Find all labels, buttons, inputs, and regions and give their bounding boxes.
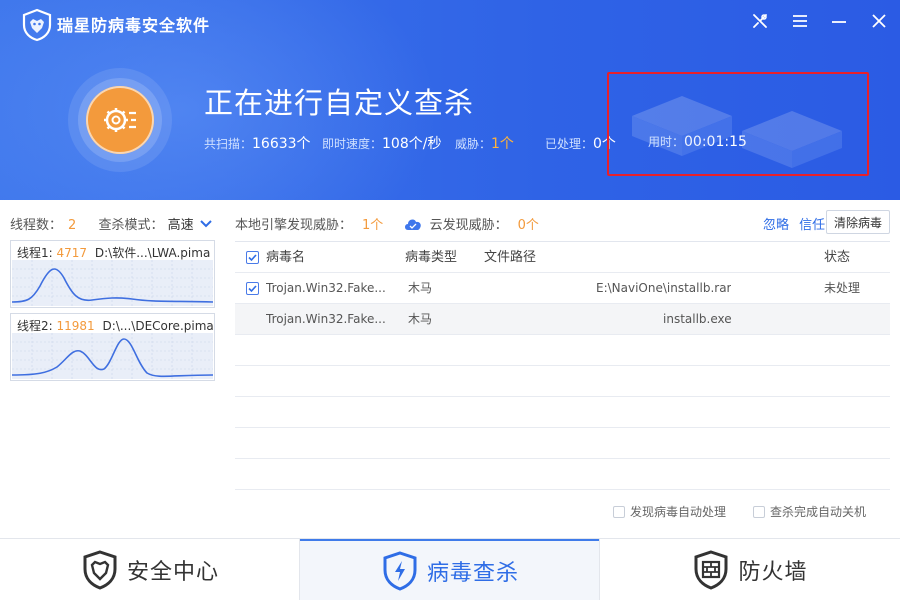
scan-mode-select[interactable]: 高速 [168,218,212,233]
threat-table: 病毒名 病毒类型 文件路径 状态 Trojan.Win32.Fake... 木马… [235,241,890,490]
thread-toolbar: 线程数： 2 查杀模式： 高速 [10,214,212,233]
col-file-path[interactable]: 文件路径 [484,242,536,273]
scan-header: 瑞星防病毒安全软件 正在进行自定义查杀 共扫描：16633个 即时速度：108个… [0,0,900,200]
virus-scan-icon [383,551,417,591]
auto-shutdown-label: 查杀完成自动关机 [770,505,867,519]
thread-2-label: 线程2: [17,319,53,333]
tools-button[interactable] [747,8,773,34]
security-center-icon [83,550,117,590]
select-all-checkbox[interactable] [246,251,259,264]
col-virus-name[interactable]: 病毒名 [266,242,305,273]
auto-handle-label: 发现病毒自动处理 [630,505,727,519]
row-checkbox[interactable] [246,282,259,295]
thread-1-panel: 线程1: 4717 D:\软件...\LWA.pima [10,240,215,308]
thread-count-label: 线程数： [10,218,63,233]
threat-label: 威胁： [455,137,492,151]
menu-button[interactable] [787,8,813,34]
empty-row [235,459,890,490]
thread-count-value: 2 [68,218,77,233]
thread-2-activity-graph [12,333,213,379]
nav-security-center-label: 安全中心 [126,560,219,585]
threat-value: 1个 [491,136,514,152]
row-virus-name: Trojan.Win32.Fake... [266,312,386,326]
auto-shutdown-checkbox[interactable] [753,506,765,518]
clear-virus-button[interactable]: 清除病毒 [826,210,890,234]
row-status: 未处理 [824,281,861,295]
nav-firewall-label: 防火墙 [738,560,808,585]
scan-mode-value: 高速 [167,218,194,233]
nav-virus-scan[interactable]: 病毒查杀 [300,539,600,600]
gear-scan-icon [104,108,136,132]
cloud-icon [405,219,422,230]
thread-2-id: 11981 [56,319,95,333]
local-engine-value: 1个 [362,218,384,233]
thread-1-path: D:\软件...\LWA.pima [94,246,211,260]
scan-progress-emblem [68,68,172,172]
auto-handle-option[interactable]: 发现病毒自动处理 [613,503,726,520]
empty-row [235,428,890,459]
minimize-button[interactable] [826,8,852,34]
col-virus-type[interactable]: 病毒类型 [405,242,457,273]
cloud-threat-label: 云发现威胁： [429,218,508,233]
processed-label: 已处理： [545,137,594,151]
checkmark-icon [248,285,257,293]
row-virus-type: 木马 [408,281,433,295]
minimize-icon [832,21,846,23]
checkmark-icon [248,254,257,262]
threat-actions: 忽略 信任 [763,214,825,233]
thread-1-activity-graph [12,260,213,306]
row-virus-name: Trojan.Win32.Fake... [266,281,386,295]
cloud-threat-value: 0个 [517,218,539,233]
scan-mode-label: 查杀模式： [98,218,164,233]
nav-virus-scan-label: 病毒查杀 [426,561,519,586]
scan-title: 正在进行自定义查杀 [204,86,475,120]
auto-handle-checkbox[interactable] [613,506,625,518]
close-icon [872,14,886,28]
table-row[interactable]: Trojan.Win32.Fake... 木马 installb.exe [235,304,890,335]
firewall-icon [694,550,728,590]
scanned-value: 16633个 [252,136,311,152]
local-engine-label: 本地引擎发现威胁： [235,218,353,233]
thread-2-panel: 线程2: 11981 D:\...\DECore.pima [10,313,215,381]
thread-2-path: D:\...\DECore.pima [102,319,214,333]
ignore-link[interactable]: 忽略 [763,218,789,233]
empty-row [235,335,890,366]
speed-value: 108个/秒 [382,136,442,152]
col-status[interactable]: 状态 [824,242,850,273]
scanned-label: 共扫描： [204,137,253,151]
thread-1-label: 线程1: [17,246,53,260]
nav-security-center[interactable]: 安全中心 [0,539,300,600]
auto-shutdown-option[interactable]: 查杀完成自动关机 [753,503,866,520]
rising-logo-icon [22,8,52,42]
threat-summary: 本地引擎发现威胁： 1个 云发现威胁： 0个 [235,214,539,233]
table-row[interactable]: Trojan.Win32.Fake... 木马 E:\NaviOne\insta… [235,273,890,304]
chevron-down-icon [200,220,212,228]
row-file-path: E:\NaviOne\installb.rar [596,281,732,295]
trust-link[interactable]: 信任 [799,218,825,233]
app-title: 瑞星防病毒安全软件 [57,16,211,35]
bottom-nav: 安全中心 病毒查杀 防火墙 [0,538,900,600]
table-header: 病毒名 病毒类型 文件路径 状态 [235,242,890,273]
empty-row [235,366,890,397]
row-virus-type: 木马 [408,312,433,326]
annotation-highlight-box [607,72,869,176]
nav-firewall[interactable]: 防火墙 [600,539,900,600]
menu-icon [793,15,807,27]
thread-1-id: 4717 [56,246,88,260]
speed-label: 即时速度： [322,137,383,151]
close-button[interactable] [866,8,892,34]
tools-icon [753,14,767,28]
empty-row [235,397,890,428]
row-file-path: installb.exe [663,312,732,326]
